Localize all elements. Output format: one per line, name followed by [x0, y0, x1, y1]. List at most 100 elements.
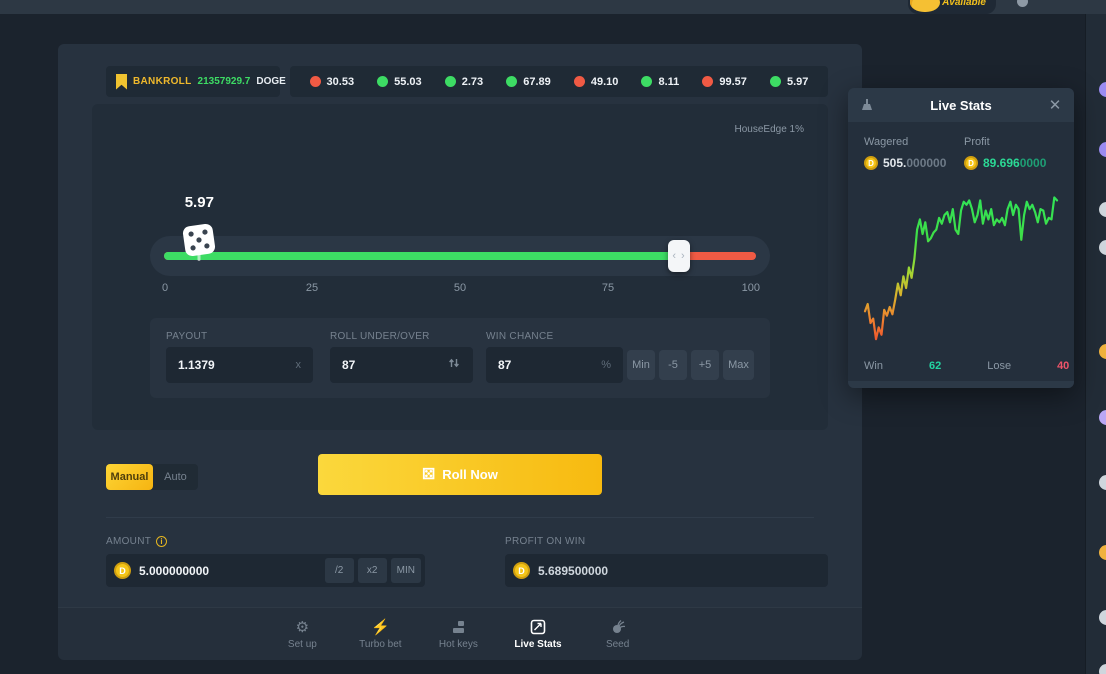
wagered-value: 505. [883, 156, 906, 170]
roll-now-button[interactable]: ⚄ Roll Now [318, 454, 602, 495]
nav-item-turbo-bet[interactable]: ⚡ Turbo bet [358, 618, 402, 650]
roll-item[interactable]: 55.03 [377, 76, 422, 88]
win-chance-value: 87 [498, 358, 601, 372]
game-panel: HouseEdge 1% 5.97 [92, 104, 828, 430]
win-chance-min-button[interactable]: Min [627, 350, 655, 380]
slider-scale: 0 25 50 75 100 [150, 282, 770, 296]
amount-half-button[interactable]: /2 [325, 558, 354, 583]
profit-on-win-label: PROFIT ON WIN [505, 536, 585, 547]
scale-tick: 75 [602, 282, 614, 294]
roll-slider: 5.97 ‹ › [150, 236, 770, 276]
nav-label: Seed [606, 639, 629, 650]
rail-emoji-icon [1099, 475, 1106, 490]
roll-dot [377, 76, 388, 87]
doge-coin-icon: D [964, 156, 978, 170]
roll-item[interactable]: 8.11 [641, 76, 679, 88]
dice-game-card: BANKROLL 21357929.7 DOGE 30.53 55.03 2.7… [58, 44, 862, 660]
slider-handle[interactable]: ‹ › [668, 240, 690, 272]
recent-rolls-bar: 30.53 55.03 2.73 67.89 49.10 8.11 99.57 … [290, 66, 828, 97]
roll-item[interactable]: 2.73 [445, 76, 483, 88]
last-roll-result: 5.97 [159, 194, 239, 211]
nav-label: Live Stats [514, 639, 561, 650]
win-chance-label: WIN CHANCE [486, 331, 553, 342]
amount-double-button[interactable]: x2 [358, 558, 387, 583]
roll-under-over-value: 87 [342, 358, 447, 372]
nav-item-setup[interactable]: ⚙ Set up [280, 618, 324, 650]
nav-item-live-stats[interactable]: Live Stats [514, 618, 561, 650]
doge-coin-icon: D [864, 156, 878, 170]
roll-item[interactable]: 5.97 [770, 76, 808, 88]
panel-footer-bar [848, 381, 1074, 388]
nav-item-seed[interactable]: Seed [596, 618, 640, 650]
roll-dot [702, 76, 713, 87]
rail-emoji-icon [1099, 410, 1106, 425]
dice-icon: ⚄ [422, 467, 435, 482]
doge-mascot-icon [910, 0, 940, 12]
scale-tick: 100 [742, 282, 760, 294]
payout-input[interactable]: 1.1379 x [166, 347, 313, 383]
bankroll-value: 21357929.7 [198, 76, 251, 87]
rail-emoji-icon [1099, 202, 1106, 217]
lose-value: 40 [1057, 360, 1069, 372]
roll-under-over-input[interactable]: 87 [330, 347, 473, 383]
seed-icon [610, 618, 626, 635]
nav-label: Turbo bet [359, 639, 401, 650]
nav-label: Hot keys [439, 639, 478, 650]
bankroll-currency: DOGE [256, 76, 285, 87]
live-stats-title: Live Stats [874, 98, 1048, 113]
amount-label-row: AMOUNT i [106, 536, 167, 547]
user-icon[interactable] [1017, 0, 1028, 7]
roll-value: 30.53 [327, 76, 355, 88]
win-chance-suffix: % [601, 359, 611, 371]
nav-label: Set up [288, 639, 317, 650]
roll-value: 49.10 [591, 76, 619, 88]
available-badge[interactable]: Available [908, 0, 996, 14]
nav-item-hot-keys[interactable]: Hot keys [436, 618, 480, 650]
profit-on-win-value: 5.689500000 [538, 564, 608, 578]
live-stats-icon [530, 618, 546, 635]
reset-stats-icon[interactable] [860, 98, 874, 112]
payout-value: 1.1379 [178, 358, 296, 372]
info-icon[interactable]: i [156, 536, 167, 547]
roll-value: 5.97 [787, 76, 808, 88]
roll-value: 99.57 [719, 76, 747, 88]
tab-auto[interactable]: Auto [153, 464, 198, 490]
payout-label: PAYOUT [166, 331, 207, 342]
live-stats-header: Live Stats ✕ [848, 88, 1074, 122]
tab-manual[interactable]: Manual [106, 464, 153, 490]
rail-emoji-icon [1099, 664, 1106, 674]
scale-tick: 0 [162, 282, 168, 294]
close-icon[interactable]: ✕ [1048, 96, 1062, 114]
rail-emoji-icon [1099, 610, 1106, 625]
amount-value: 5.000000000 [139, 564, 209, 578]
roll-dot [445, 76, 456, 87]
app-root: Available BANKROLL 21357929.7 DOGE 30.53… [0, 0, 1106, 674]
rail-emoji-icon [1099, 545, 1106, 560]
roll-item[interactable]: 99.57 [702, 76, 747, 88]
payout-suffix: x [296, 359, 302, 371]
bottom-nav: ⚙ Set up ⚡ Turbo bet Hot keys Live Stats [58, 607, 862, 660]
profit-line [865, 198, 1057, 340]
roll-under-over-label: ROLL UNDER/OVER [330, 331, 430, 342]
win-chance-plus5-button[interactable]: +5 [691, 350, 719, 380]
roll-item[interactable]: 67.89 [506, 76, 551, 88]
roll-item[interactable]: 30.53 [310, 76, 355, 88]
dice-result-icon [179, 220, 219, 260]
roll-item[interactable]: 49.10 [574, 76, 619, 88]
gear-icon: ⚙ [296, 618, 309, 635]
chat-rail[interactable] [1085, 14, 1106, 674]
swap-under-over-icon[interactable] [447, 356, 461, 375]
doge-coin-icon: D [114, 562, 131, 579]
rail-emoji-icon [1099, 240, 1106, 255]
win-chance-max-button[interactable]: Max [723, 350, 754, 380]
profit-on-win-field: D 5.689500000 [505, 554, 828, 587]
roll-value: 67.89 [523, 76, 551, 88]
win-chance-minus5-button[interactable]: -5 [659, 350, 687, 380]
win-chance-input[interactable]: 87 % [486, 347, 623, 383]
amount-label: AMOUNT [106, 536, 151, 547]
amount-min-button[interactable]: MIN [391, 558, 421, 583]
amount-input[interactable]: D 5.000000000 /2 x2 MIN [106, 554, 425, 587]
bookmark-icon [116, 74, 127, 90]
profit-label: Profit [964, 136, 1064, 148]
slider-track[interactable]: 5.97 ‹ › [164, 252, 756, 260]
